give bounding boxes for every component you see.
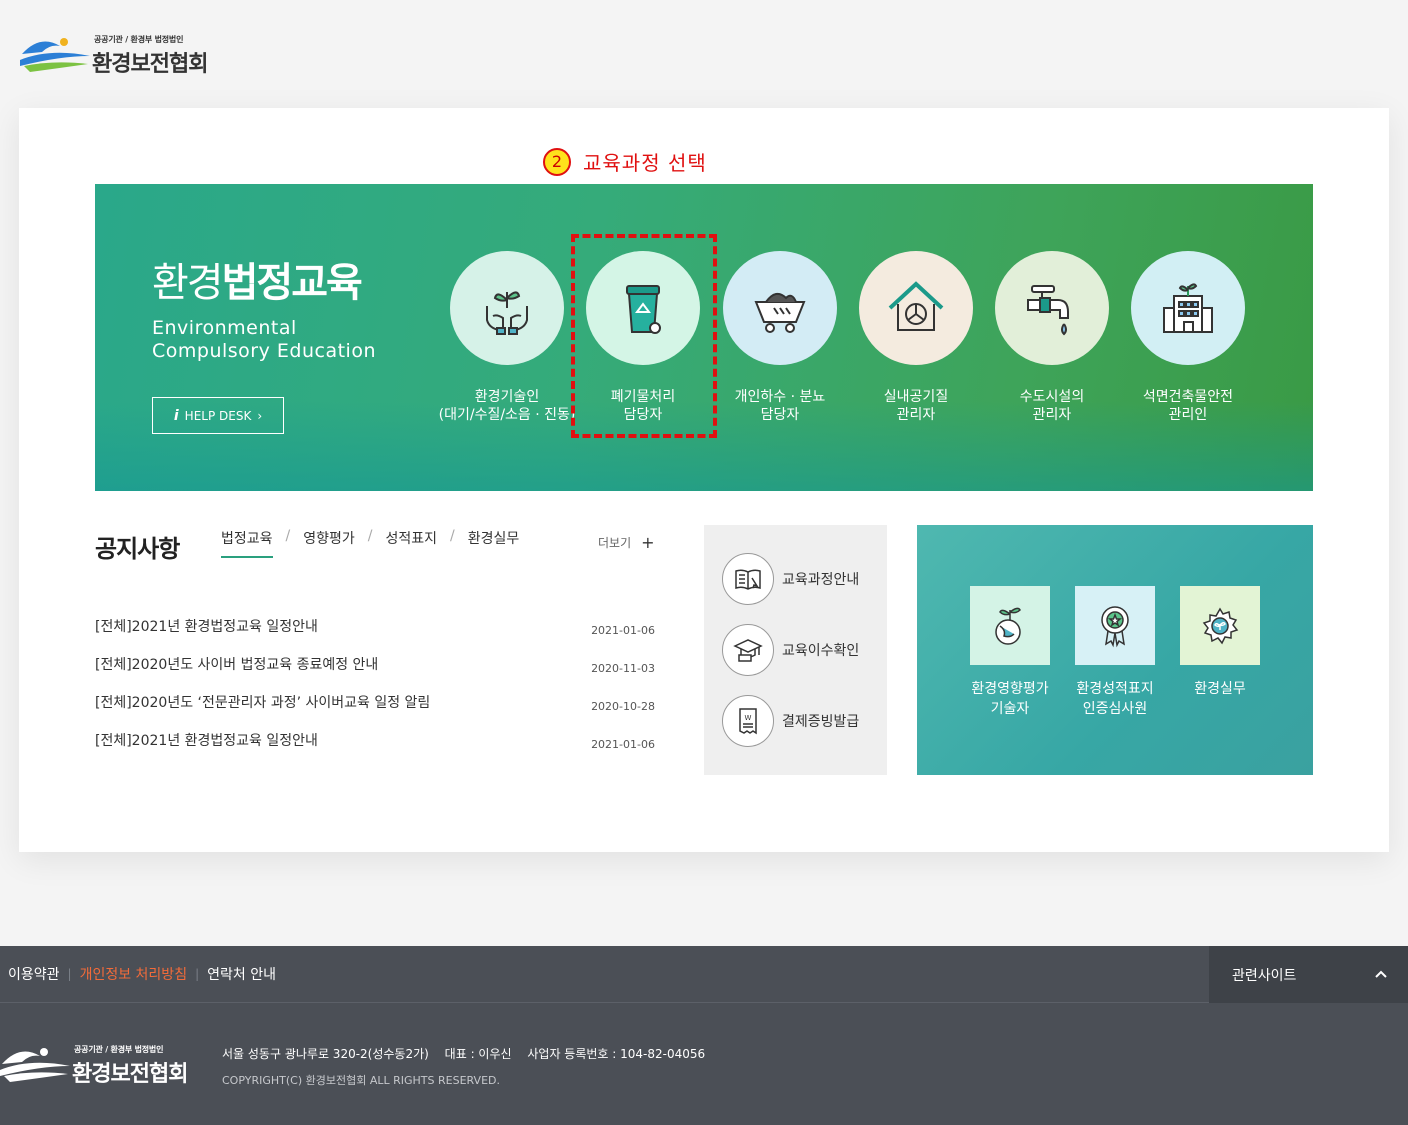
hands-plant-icon	[450, 251, 564, 365]
link-separator: |	[67, 967, 72, 981]
category-environment-engineer[interactable]: 환경기술인 (대기/수질/소음 · 진동)	[437, 251, 577, 424]
service-payment-receipt[interactable]: W 결제증빙발급	[722, 695, 859, 747]
category-label: 석면건축물안전 관리인	[1142, 389, 1234, 423]
building-icon	[1131, 251, 1245, 365]
chevron-right-icon: ›	[257, 408, 263, 423]
program-label: 환경영향평가 기술자	[971, 681, 1049, 717]
footer-address: 서울 성동구 광나루로 320-2(성수동2가)	[222, 1047, 429, 1061]
chevron-up-icon	[1374, 967, 1388, 983]
notice-item[interactable]: [전체]2021년 환경법정교육 일정안내 2021-01-06	[95, 721, 655, 759]
step-annotation: 2 교육과정 선택	[543, 147, 707, 176]
globe-plant-icon	[970, 586, 1050, 665]
step-number: 2	[543, 147, 571, 176]
selection-highlight-box	[571, 234, 717, 438]
house-fan-icon	[859, 251, 973, 365]
notice-item-date: 2021-01-06	[591, 737, 655, 751]
footer-ceo: 대표 : 이우신	[444, 1047, 512, 1061]
category-label: 개인하수 · 분뇨 담당자	[734, 389, 826, 423]
award-icon	[1075, 586, 1155, 665]
cart-icon	[723, 251, 837, 365]
other-programs: 환경영향평가 기술자 환경성적표지 인증심사원 환경실무	[917, 525, 1313, 775]
footer-link-contact[interactable]: 연락처 안내	[207, 964, 276, 984]
category-asbestos-manager[interactable]: 석면건축물안전 관리인	[1118, 251, 1258, 424]
service-label: 교육이수확인	[782, 643, 860, 659]
logo-mark-icon	[20, 38, 90, 72]
service-completion-check[interactable]: 교육이수확인	[722, 624, 859, 676]
graduation-cap-icon	[722, 624, 774, 676]
category-label: 수도시설의 관리자	[1019, 389, 1085, 423]
footer-business-number: 사업자 등록번호 : 104-82-04056	[527, 1047, 706, 1061]
notice-item-title: [전체]2020년도 ‘전문관리자 과정’ 사이버교육 일정 알림	[95, 695, 431, 711]
logo-title: 환경보전협회	[92, 52, 208, 77]
service-label: 결제증빙발급	[782, 714, 860, 730]
tab-impact-assessment[interactable]: 영향평가	[303, 528, 355, 558]
notice-title: 공지사항	[95, 535, 180, 563]
footer: 이용약관 | 개인정보 처리방침 | 연락처 안내 관련사이트	[0, 946, 1408, 1125]
tab-separator: /	[367, 528, 373, 544]
banner-subtitle: Environmental Compulsory Education	[152, 317, 376, 362]
notice-list: [전체]2021년 환경법정교육 일정안내 2021-01-06 [전체]2020…	[95, 607, 655, 759]
helpdesk-button[interactable]: i HELP DESK ›	[152, 397, 284, 434]
footer-links: 이용약관 | 개인정보 처리방침 | 연락처 안내	[0, 946, 1408, 1003]
notice-item-date: 2020-11-03	[591, 661, 655, 675]
logo-title: 환경보전협회	[72, 1062, 188, 1087]
logo-subtitle: 공공기관 / 환경부 법정법인	[74, 1045, 164, 1054]
footer-company-info: 서울 성동구 광나루로 320-2(성수동2가) 대표 : 이우신 사업자 등록…	[222, 1045, 717, 1088]
program-label: 환경실무	[1194, 681, 1246, 697]
related-sites-label: 관련사이트	[1232, 967, 1297, 984]
footer-logo: 공공기관 / 환경부 법정법인 환경보전협회	[0, 1040, 200, 1087]
service-label: 교육과정안내	[782, 572, 860, 588]
footer-copyright: COPYRIGHT(C) 환경보전협회 ALL RIGHTS RESERVED.	[222, 1074, 500, 1087]
more-label: 더보기	[598, 536, 632, 550]
tab-legal-education[interactable]: 법정교육	[221, 528, 273, 558]
program-eco-label-auditor[interactable]: 환경성적표지 인증심사원	[1075, 586, 1155, 719]
program-eia-engineer[interactable]: 환경영향평가 기술자	[970, 586, 1050, 719]
notice-item-date: 2021-01-06	[591, 623, 655, 637]
gear-leaf-icon	[1180, 586, 1260, 665]
water-tap-icon	[995, 251, 1109, 365]
notice-item[interactable]: [전체]2020년도 ‘전문관리자 과정’ 사이버교육 일정 알림 2020-10…	[95, 683, 655, 721]
banner-title: 환경법정교육	[152, 260, 363, 306]
tab-separator: /	[450, 528, 455, 544]
program-label: 환경성적표지 인증심사원	[1076, 681, 1154, 717]
footer-link-privacy[interactable]: 개인정보 처리방침	[80, 964, 188, 984]
footer-link-terms[interactable]: 이용약관	[8, 964, 60, 984]
category-label: 환경기술인 (대기/수질/소음 · 진동)	[438, 389, 576, 423]
service-course-guide[interactable]: 교육과정안내	[722, 553, 859, 605]
category-water-facility-manager[interactable]: 수도시설의 관리자	[982, 251, 1122, 424]
notice-item-date: 2020-10-28	[591, 699, 655, 713]
tab-environmental-practice[interactable]: 환경실무	[468, 528, 520, 558]
plus-icon: +	[641, 533, 655, 552]
quick-services: 교육과정안내 교육이수확인 W 결제증빙발급	[704, 525, 887, 775]
logo-mark-icon	[0, 1048, 70, 1082]
program-environmental-practice[interactable]: 환경실무	[1180, 586, 1260, 699]
notice-tabs: 법정교육 / 영향평가 / 성적표지 / 환경실무	[221, 528, 519, 558]
category-sewage-manager[interactable]: 개인하수 · 분뇨 담당자	[710, 251, 850, 424]
notice-item-title: [전체]2021년 환경법정교육 일정안내	[95, 733, 318, 749]
link-separator: |	[195, 967, 200, 981]
step-text: 교육과정 선택	[583, 151, 707, 175]
notice-item[interactable]: [전체]2020년도 사이버 법정교육 종료예정 안내 2020-11-03	[95, 645, 655, 683]
related-sites-dropdown[interactable]: 관련사이트	[1209, 946, 1408, 1003]
receipt-icon: W	[722, 695, 774, 747]
helpdesk-label: HELP DESK	[184, 408, 252, 423]
book-icon	[722, 553, 774, 605]
category-label: 실내공기질 관리자	[883, 389, 949, 423]
site-logo[interactable]: 공공기관 / 환경부 법정법인 환경보전협회	[20, 30, 220, 77]
tab-performance-label[interactable]: 성적표지	[386, 528, 438, 558]
info-icon: i	[173, 407, 179, 424]
notice-item[interactable]: [전체]2021년 환경법정교육 일정안내 2021-01-06	[95, 607, 655, 645]
svg-text:W: W	[745, 714, 752, 722]
category-indoor-air-manager[interactable]: 실내공기질 관리자	[846, 251, 986, 424]
notice-item-title: [전체]2021년 환경법정교육 일정안내	[95, 619, 318, 635]
more-link[interactable]: 더보기 +	[598, 533, 655, 552]
notice-item-title: [전체]2020년도 사이버 법정교육 종료예정 안내	[95, 657, 379, 673]
logo-subtitle: 공공기관 / 환경부 법정법인	[94, 35, 184, 44]
tab-separator: /	[285, 528, 291, 544]
